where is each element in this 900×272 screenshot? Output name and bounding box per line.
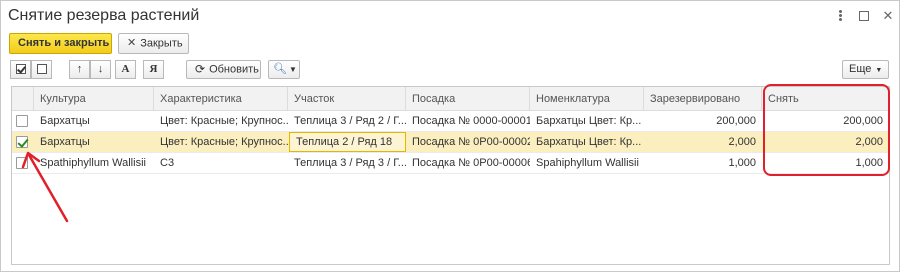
- cell-release[interactable]: 200,000: [762, 111, 889, 131]
- search-icon: 🔍︎: [273, 63, 287, 75]
- title-bar: Снятие резерва растений ✕: [1, 1, 899, 31]
- cell-characteristic: C3: [160, 157, 175, 169]
- arrow-up-icon: ↑: [76, 63, 83, 75]
- table-row[interactable]: Spathiphyllum Wallisii C3 Теплица 3 / Ря…: [12, 153, 889, 174]
- column-header-plot[interactable]: Участок: [288, 87, 406, 111]
- column-header-characteristic[interactable]: Характеристика: [154, 87, 288, 111]
- chevron-down-icon: ▼: [288, 65, 297, 74]
- checkbox-checked-icon: [15, 64, 26, 75]
- cell-reserved: 200,000: [716, 115, 756, 127]
- more-menu-label: Еще: [849, 63, 872, 75]
- cell-nomenclature: Бархатцы Цвет: Кр...: [536, 136, 642, 148]
- cell-release[interactable]: 2,000: [762, 132, 889, 152]
- close-icon[interactable]: ✕: [881, 9, 895, 23]
- maximize-icon[interactable]: [857, 9, 871, 23]
- table-header: Культура Характеристика Участок Посадка …: [12, 87, 889, 111]
- release-and-close-button[interactable]: Снять и закрыть: [9, 33, 112, 54]
- cell-planting: Посадка № 0P00-00002...: [412, 136, 530, 148]
- cell-plot: Теплица 3 / Ряд 2 / Г...: [294, 115, 406, 127]
- column-header-reserved[interactable]: Зарезервировано: [644, 87, 762, 111]
- dialog-window: Снятие резерва растений ✕ Снять и закрыт…: [0, 0, 900, 272]
- cell-culture: Бархатцы: [40, 115, 90, 127]
- column-header-planting[interactable]: Посадка: [406, 87, 530, 111]
- column-header-culture[interactable]: Культура: [34, 87, 154, 111]
- sort-descending-button[interactable]: Я: [143, 60, 164, 79]
- close-x-icon: ✕: [127, 37, 137, 49]
- move-down-button[interactable]: ↓: [90, 60, 111, 79]
- cell-characteristic: Цвет: Красные; Крупнос...: [160, 136, 288, 148]
- plants-table: Культура Характеристика Участок Посадка …: [11, 86, 890, 265]
- cell-culture: Spathiphyllum Wallisii: [40, 157, 146, 169]
- row-checkbox-checked[interactable]: [16, 136, 28, 148]
- column-header-release[interactable]: Снять: [762, 87, 889, 111]
- table-row-selected[interactable]: Бархатцы Цвет: Красные; Крупнос... Тепли…: [12, 132, 889, 153]
- search-button[interactable]: 🔍︎ ▼: [268, 60, 300, 79]
- cell-release[interactable]: 1,000: [762, 153, 889, 173]
- check-all-button[interactable]: [10, 60, 31, 79]
- refresh-button[interactable]: ⟳ Обновить: [186, 60, 261, 79]
- move-up-button[interactable]: ↑: [69, 60, 90, 79]
- cell-nomenclature: Spahiphyllum Wallisii: [536, 157, 639, 169]
- more-options-icon[interactable]: [833, 9, 847, 23]
- more-menu-button[interactable]: Еще ▼: [842, 60, 889, 79]
- cell-culture: Бархатцы: [40, 136, 90, 148]
- cell-nomenclature: Бархатцы Цвет: Кр...: [536, 115, 642, 127]
- cell-planting: Посадка № 0P00-00006...: [412, 157, 530, 169]
- cell-planting: Посадка № 0000-00001...: [412, 115, 530, 127]
- arrow-down-icon: ↓: [97, 63, 104, 75]
- checkbox-empty-icon: [36, 64, 47, 75]
- cell-plot-active[interactable]: Теплица 2 / Ряд 18: [289, 132, 406, 152]
- column-header-nomenclature[interactable]: Номенклатура: [530, 87, 644, 111]
- window-title: Снятие резерва растений: [8, 7, 200, 24]
- row-checkbox[interactable]: [16, 115, 28, 127]
- header-checkbox-column: [12, 87, 34, 111]
- cell-plot: Теплица 3 / Ряд 3 / Г...: [294, 157, 406, 169]
- close-button-label: Закрыть: [140, 37, 183, 50]
- sort-ascending-button[interactable]: А: [115, 60, 136, 79]
- row-checkbox[interactable]: [16, 157, 28, 169]
- refresh-icon: ⟳: [195, 62, 206, 76]
- refresh-button-label: Обновить: [209, 63, 259, 76]
- uncheck-all-button[interactable]: [31, 60, 52, 79]
- cell-reserved: 1,000: [728, 157, 756, 169]
- cell-reserved: 2,000: [728, 136, 756, 148]
- close-button[interactable]: ✕ Закрыть: [118, 33, 189, 54]
- cell-characteristic: Цвет: Красные; Крупнос...: [160, 115, 288, 127]
- chevron-down-icon: ▼: [875, 67, 883, 74]
- table-row[interactable]: Бархатцы Цвет: Красные; Крупнос... Тепли…: [12, 111, 889, 132]
